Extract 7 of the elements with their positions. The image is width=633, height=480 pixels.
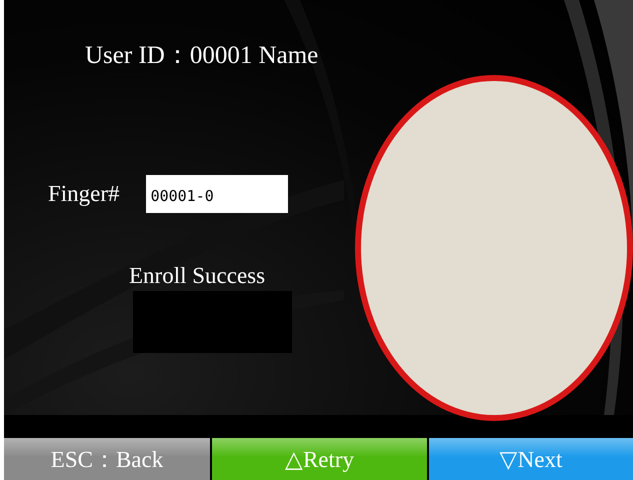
finger-label: Finger#: [48, 181, 120, 207]
softkey-button[interactable]: ESC：Back: [4, 438, 210, 480]
softkey-button[interactable]: ▽Next: [429, 438, 633, 480]
softkey-button[interactable]: △Retry: [212, 438, 427, 480]
user-id-text: User ID：00001 Name: [85, 41, 320, 71]
enroll-status-text: Enroll Success: [129, 263, 266, 289]
finger-number-field[interactable]: 00001-0: [146, 175, 288, 213]
